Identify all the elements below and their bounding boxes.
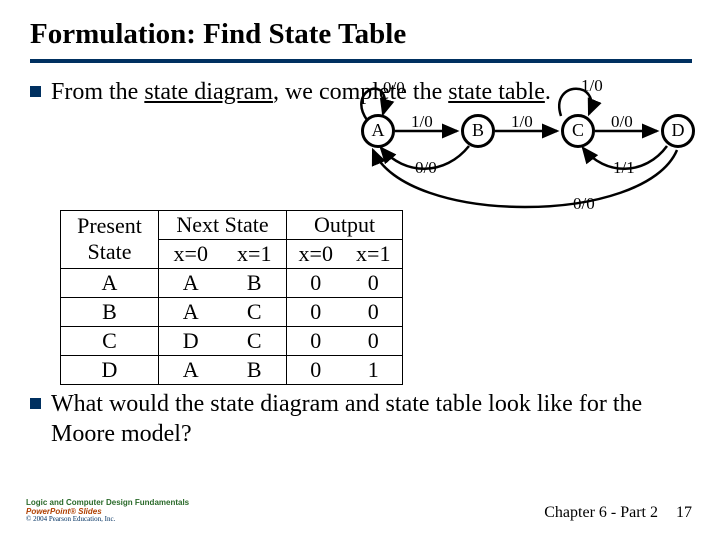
txt: x=1: [345, 241, 403, 267]
txt: 0: [287, 328, 345, 354]
txt: C: [223, 299, 287, 325]
hdr-out-sub: x=0 x=1: [287, 239, 403, 268]
cell: AB: [159, 268, 287, 297]
txt-u: state diagram: [144, 79, 273, 105]
state-B: B: [461, 114, 495, 148]
cell: A: [61, 268, 159, 297]
state-C: C: [561, 114, 595, 148]
table-row: B AC 00: [61, 297, 403, 326]
txt: B: [223, 357, 287, 383]
label-C-D: 0/0: [611, 112, 633, 132]
bullet-2: What would the state diagram and state t…: [30, 389, 692, 450]
table-row: A AB 00: [61, 268, 403, 297]
diagram-arcs: [345, 76, 720, 226]
txt: C: [223, 328, 287, 354]
state-D: D: [661, 114, 695, 148]
txt: State: [88, 239, 132, 264]
chapter-label: Chapter 6 - Part 2: [544, 504, 658, 521]
hdr-next-state: Next State: [159, 210, 287, 239]
bullet-icon: [30, 86, 41, 97]
state-A: A: [361, 114, 395, 148]
footer-page: Chapter 6 - Part 2 17: [544, 504, 692, 522]
hdr-present-state: Present State: [61, 210, 159, 268]
cell: B: [61, 297, 159, 326]
cell: 00: [287, 297, 403, 326]
table-row: C DC 00: [61, 326, 403, 355]
cell: DC: [159, 326, 287, 355]
state-diagram: A B C D 0/0 1/0 1/0 1/0 0/0 0/0 1/1 0/0: [345, 76, 692, 206]
txt: x=0: [159, 241, 223, 267]
slide-title: Formulation: Find State Table: [30, 18, 692, 51]
txt: 0: [287, 299, 345, 325]
txt: B: [223, 270, 287, 296]
txt: 0: [345, 328, 403, 354]
txt: 1: [345, 357, 403, 383]
label-B-A: 0/0: [415, 158, 437, 178]
cell: 00: [287, 268, 403, 297]
label-D-A: 0/0: [573, 194, 595, 214]
label-A-B: 1/0: [411, 112, 433, 132]
txt: 0: [345, 270, 403, 296]
txt: x=1: [223, 241, 287, 267]
cell: D: [61, 355, 159, 384]
label-D-C: 1/1: [613, 158, 635, 178]
txt: x=0: [287, 241, 345, 267]
cell: 00: [287, 326, 403, 355]
bullet-2-text: What would the state diagram and state t…: [51, 389, 692, 450]
brand-line3: © 2004 Pearson Education, Inc.: [26, 516, 189, 524]
txt: A: [159, 299, 223, 325]
page-number: 17: [676, 504, 692, 521]
bullet-icon: [30, 398, 41, 409]
txt: 0: [345, 299, 403, 325]
txt: From the: [51, 79, 144, 105]
txt: 0: [287, 357, 345, 383]
txt: D: [159, 328, 223, 354]
label-loop-A: 0/0: [383, 78, 405, 98]
table-row: D AB 01: [61, 355, 403, 384]
cell: 01: [287, 355, 403, 384]
txt: A: [159, 270, 223, 296]
state-table-wrap: Present State Next State Output x=0 x=1 …: [60, 210, 692, 385]
footer-branding: Logic and Computer Design Fundamentals P…: [26, 499, 189, 524]
title-rule: [30, 59, 692, 63]
txt: A: [159, 357, 223, 383]
label-B-C: 1/0: [511, 112, 533, 132]
state-table: Present State Next State Output x=0 x=1 …: [60, 210, 403, 385]
txt: Present: [77, 213, 142, 238]
cell: AB: [159, 355, 287, 384]
txt: 0: [287, 270, 345, 296]
label-loop-C: 1/0: [581, 76, 603, 96]
cell: AC: [159, 297, 287, 326]
cell: C: [61, 326, 159, 355]
hdr-next-sub: x=0 x=1: [159, 239, 287, 268]
